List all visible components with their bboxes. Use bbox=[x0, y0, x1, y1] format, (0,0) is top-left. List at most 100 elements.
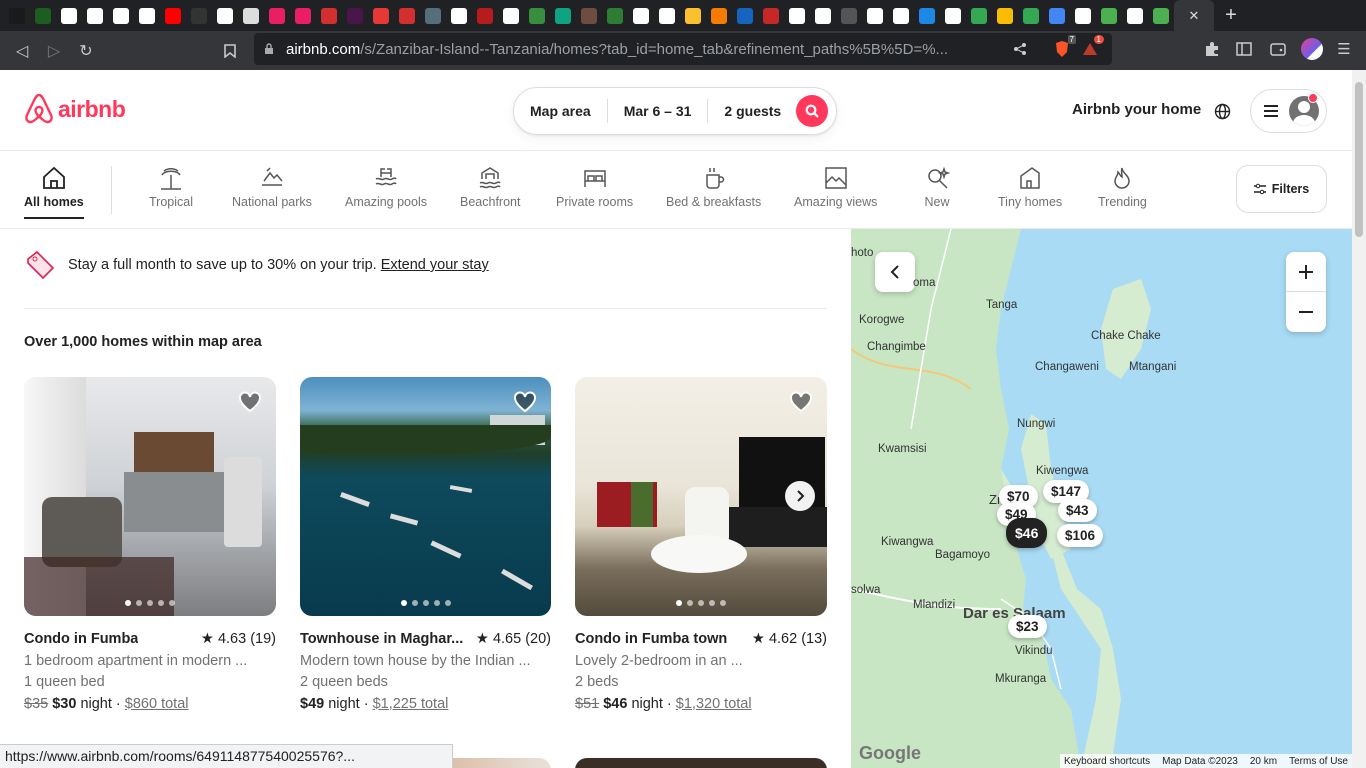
search-where[interactable]: Map area bbox=[514, 99, 608, 123]
browser-tab[interactable] bbox=[160, 0, 186, 31]
listing-photo-next[interactable] bbox=[575, 758, 827, 768]
menu-icon[interactable]: ☰ bbox=[1330, 35, 1358, 63]
browser-tab[interactable] bbox=[186, 0, 212, 31]
search-button[interactable] bbox=[796, 95, 828, 127]
sidebar-icon[interactable] bbox=[1230, 35, 1258, 63]
map-price-pin-selected[interactable]: $46 bbox=[1006, 518, 1048, 548]
extensions-icon[interactable] bbox=[1198, 35, 1226, 63]
browser-tab[interactable] bbox=[264, 0, 290, 31]
category-amazing-pools[interactable]: Amazing pools bbox=[345, 163, 427, 209]
browser-tab[interactable] bbox=[1122, 0, 1148, 31]
profile-icon[interactable] bbox=[1298, 35, 1326, 63]
browser-tab[interactable] bbox=[420, 0, 446, 31]
browser-tab[interactable] bbox=[992, 0, 1018, 31]
map[interactable]: hoto oma Tanga Korogwe Changimbe Chake C… bbox=[851, 229, 1352, 768]
category-trending[interactable]: Trending bbox=[1098, 163, 1147, 209]
browser-tab[interactable] bbox=[238, 0, 264, 31]
zoom-in-button[interactable] bbox=[1286, 252, 1326, 292]
listing-card[interactable]: Condo in Fumba town ★ 4.62 (13) Lovely 2-… bbox=[575, 377, 827, 715]
new-tab-button[interactable]: + bbox=[1214, 4, 1248, 27]
heart-icon[interactable] bbox=[513, 391, 537, 413]
map-price-pin[interactable]: $106 bbox=[1057, 524, 1104, 547]
browser-tab[interactable] bbox=[680, 0, 706, 31]
browser-tab[interactable] bbox=[368, 0, 394, 31]
airbnb-logo[interactable]: airbnb bbox=[24, 93, 126, 125]
host-link[interactable]: Airbnb your home bbox=[1060, 98, 1213, 121]
browser-tab[interactable] bbox=[472, 0, 498, 31]
category-amazing-views[interactable]: Amazing views bbox=[794, 163, 877, 209]
browser-tab[interactable] bbox=[576, 0, 602, 31]
browser-tab[interactable] bbox=[784, 0, 810, 31]
browser-tab[interactable] bbox=[30, 0, 56, 31]
browser-tab[interactable] bbox=[1096, 0, 1122, 31]
browser-tab[interactable] bbox=[732, 0, 758, 31]
browser-tab[interactable] bbox=[1044, 0, 1070, 31]
terms-link[interactable]: Terms of Use bbox=[1289, 756, 1348, 767]
listing-card[interactable]: Townhouse in Maghar... ★ 4.65 (20) Modern… bbox=[300, 377, 551, 715]
browser-tab[interactable] bbox=[1018, 0, 1044, 31]
browser-tab[interactable] bbox=[498, 0, 524, 31]
total-price[interactable]: $1,225 total bbox=[373, 696, 449, 712]
browser-tab[interactable] bbox=[56, 0, 82, 31]
browser-tab[interactable] bbox=[940, 0, 966, 31]
page-scrollbar[interactable] bbox=[1352, 70, 1366, 768]
category-tiny-homes[interactable]: Tiny homes bbox=[998, 163, 1062, 209]
map-price-pin[interactable]: $43 bbox=[1058, 499, 1097, 522]
browser-tab[interactable] bbox=[524, 0, 550, 31]
browser-tab[interactable] bbox=[1148, 0, 1174, 31]
browser-tab[interactable] bbox=[888, 0, 914, 31]
browser-tab[interactable] bbox=[290, 0, 316, 31]
globe-icon[interactable] bbox=[1205, 96, 1239, 126]
browser-tab[interactable] bbox=[342, 0, 368, 31]
browser-tab[interactable] bbox=[134, 0, 160, 31]
browser-tab[interactable] bbox=[550, 0, 576, 31]
search-who[interactable]: 2 guests bbox=[708, 99, 791, 123]
browser-tab[interactable] bbox=[394, 0, 420, 31]
browser-tab[interactable] bbox=[810, 0, 836, 31]
address-bar[interactable]: airbnb.com/s/Zanzibar-Island--Tanzania/h… bbox=[254, 33, 1112, 65]
category-new[interactable]: New bbox=[924, 163, 950, 209]
back-icon[interactable]: ◁ bbox=[6, 35, 38, 67]
category-tropical[interactable]: Tropical bbox=[149, 163, 193, 209]
listing-photo[interactable] bbox=[575, 377, 827, 616]
collapse-map-button[interactable] bbox=[875, 252, 915, 292]
heart-icon[interactable] bbox=[238, 391, 262, 413]
category-national-parks[interactable]: National parks bbox=[232, 163, 312, 209]
brave-shield-icon[interactable]: 7 bbox=[1048, 35, 1076, 63]
category-private-rooms[interactable]: Private rooms bbox=[556, 163, 633, 209]
category-beachfront[interactable]: Beachfront bbox=[460, 163, 520, 209]
browser-tab[interactable] bbox=[706, 0, 732, 31]
share-icon[interactable] bbox=[1006, 35, 1034, 63]
keyboard-shortcuts-link[interactable]: Keyboard shortcuts bbox=[1064, 756, 1150, 767]
wallet-icon[interactable] bbox=[1264, 35, 1292, 63]
total-price[interactable]: $1,320 total bbox=[676, 696, 752, 712]
active-tab-close-icon[interactable]: ✕ bbox=[1174, 0, 1214, 31]
browser-tab[interactable] bbox=[108, 0, 134, 31]
browser-tab[interactable] bbox=[4, 0, 30, 31]
extend-stay-link[interactable]: Extend your stay bbox=[381, 257, 489, 273]
browser-tab[interactable] bbox=[914, 0, 940, 31]
browser-tab[interactable] bbox=[628, 0, 654, 31]
browser-tab[interactable] bbox=[654, 0, 680, 31]
browser-tab[interactable] bbox=[862, 0, 888, 31]
search-bar[interactable]: Map area Mar 6 – 31 2 guests bbox=[513, 87, 837, 135]
reload-icon[interactable]: ↻ bbox=[70, 35, 102, 67]
listing-photo[interactable] bbox=[300, 377, 551, 616]
browser-tab[interactable] bbox=[446, 0, 472, 31]
map-price-pin[interactable]: $23 bbox=[1008, 615, 1047, 638]
listing-card[interactable]: Condo in Fumba ★ 4.63 (19) 1 bedroom apar… bbox=[24, 377, 276, 715]
category-bed-breakfasts[interactable]: Bed & breakfasts bbox=[666, 163, 761, 209]
browser-tab[interactable] bbox=[82, 0, 108, 31]
browser-tab[interactable] bbox=[966, 0, 992, 31]
browser-tab[interactable] bbox=[316, 0, 342, 31]
category-all-homes[interactable]: All homes bbox=[24, 163, 84, 219]
zoom-out-button[interactable] bbox=[1286, 292, 1326, 332]
browser-tab[interactable] bbox=[1070, 0, 1096, 31]
browser-tab[interactable] bbox=[836, 0, 862, 31]
bookmark-icon[interactable] bbox=[214, 35, 246, 67]
user-menu-button[interactable] bbox=[1250, 89, 1327, 133]
filters-button[interactable]: Filters bbox=[1236, 165, 1327, 213]
next-photo-button[interactable] bbox=[785, 481, 815, 511]
search-when[interactable]: Mar 6 – 31 bbox=[608, 99, 709, 123]
forward-icon[interactable]: ▷ bbox=[38, 35, 70, 67]
